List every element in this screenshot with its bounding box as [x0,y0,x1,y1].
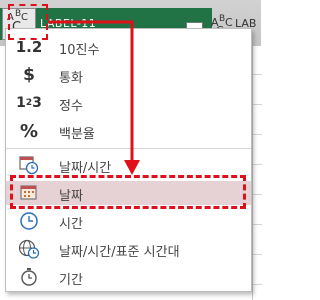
grid-background [252,46,262,300]
menu-item-label: 날짜/시간/표준 시간대 [59,245,180,260]
percent-icon: % [19,120,39,142]
globe-clock-icon [16,237,42,261]
menu-item-datetime[interactable]: 날짜/시간 [6,153,251,177]
menu-item-percent[interactable]: % 백분율 [6,119,251,143]
menu-item-duration[interactable]: 기간 [6,265,251,289]
currency-icon: $ [23,65,35,85]
highlight-box-date-item [10,175,246,209]
menu-item-label: 백분율 [59,127,95,142]
highlight-box-type-icon [8,4,48,40]
menu-item-label: 시간 [59,217,83,232]
menu-item-datetimezone[interactable]: 날짜/시간/표준 시간대 [6,237,251,261]
menu-separator [6,148,251,149]
data-type-menu: 1.2 10진수 $ 통화 123 정수 % 백분율 날짜/시간 날짜 시간 날… [5,28,252,292]
menu-item-integer[interactable]: 123 정수 [6,91,251,115]
menu-item-label: 정수 [59,99,83,114]
menu-item-label: 기간 [59,273,83,288]
integer-icon: 123 [16,95,42,111]
menu-item-label: 10진수 [59,43,100,58]
calendar-clock-icon [16,153,42,177]
menu-item-currency[interactable]: $ 통화 [6,63,251,87]
menu-item-label: 통화 [59,71,83,86]
menu-item-time[interactable]: 시간 [6,209,251,233]
clock-icon [16,209,42,233]
menu-item-label: 날짜/시간 [59,161,112,176]
stopwatch-icon [16,265,42,289]
